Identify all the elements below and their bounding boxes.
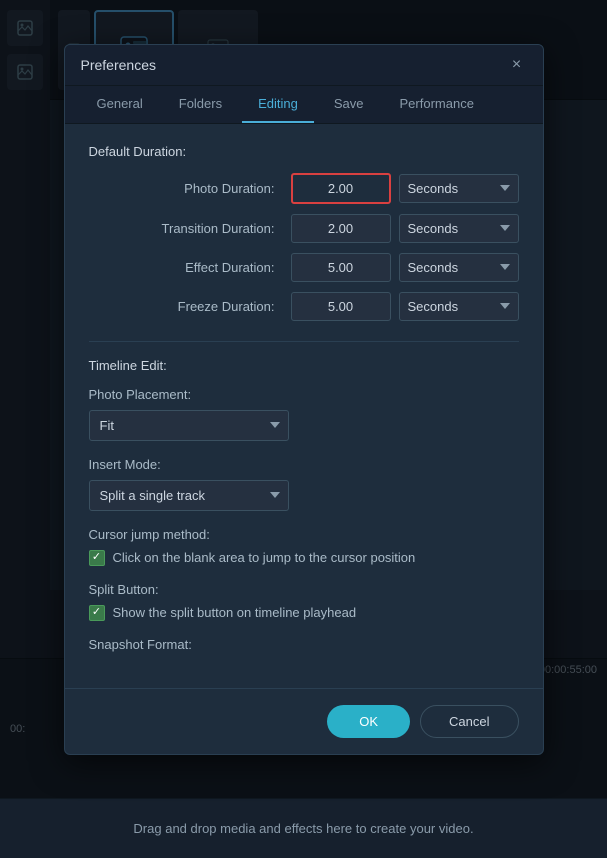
insert-mode-select[interactable]: Split a single track Split all tracks Ov… xyxy=(89,480,289,511)
freeze-duration-input[interactable] xyxy=(291,292,391,321)
photo-placement-section: Photo Placement: Fit Fill Stretch Crop xyxy=(89,387,519,441)
effect-duration-unit-select[interactable]: Seconds Frames xyxy=(399,253,519,282)
effect-duration-input[interactable] xyxy=(291,253,391,282)
dialog-titlebar: Preferences × xyxy=(65,45,543,86)
freeze-duration-label: Freeze Duration: xyxy=(89,299,283,314)
snapshot-format-section: Snapshot Format: xyxy=(89,637,519,652)
cursor-jump-label: Cursor jump method: xyxy=(89,527,519,542)
tab-performance[interactable]: Performance xyxy=(384,86,490,123)
tab-editing[interactable]: Editing xyxy=(242,86,314,123)
timeline-edit-heading: Timeline Edit: xyxy=(89,358,519,373)
photo-duration-label: Photo Duration: xyxy=(89,181,283,196)
tab-general[interactable]: General xyxy=(81,86,159,123)
snapshot-format-label: Snapshot Format: xyxy=(89,637,519,652)
drag-drop-bar: Drag and drop media and effects here to … xyxy=(0,798,607,858)
photo-duration-unit-select[interactable]: Seconds Frames xyxy=(399,174,519,203)
transition-duration-input[interactable] xyxy=(291,214,391,243)
transition-duration-unit-select[interactable]: Seconds Frames xyxy=(399,214,519,243)
photo-duration-input[interactable] xyxy=(291,173,391,204)
tab-folders[interactable]: Folders xyxy=(163,86,238,123)
preferences-dialog: Preferences × General Folders Editing Sa… xyxy=(64,44,544,755)
split-button-checkbox-label: Show the split button on timeline playhe… xyxy=(113,605,357,620)
split-button-section: Split Button: Show the split button on t… xyxy=(89,582,519,621)
default-duration-heading: Default Duration: xyxy=(89,144,519,159)
transition-duration-label: Transition Duration: xyxy=(89,221,283,236)
insert-mode-section: Insert Mode: Split a single track Split … xyxy=(89,457,519,511)
tab-save[interactable]: Save xyxy=(318,86,380,123)
split-button-row: Show the split button on timeline playhe… xyxy=(89,605,519,621)
cursor-jump-checkbox[interactable] xyxy=(89,550,105,566)
effect-duration-label: Effect Duration: xyxy=(89,260,283,275)
dialog-overlay: Preferences × General Folders Editing Sa… xyxy=(0,0,607,798)
insert-mode-label: Insert Mode: xyxy=(89,457,519,472)
dialog-footer: OK Cancel xyxy=(65,688,543,754)
dialog-content: Default Duration: Photo Duration: Second… xyxy=(65,124,543,688)
ok-button[interactable]: OK xyxy=(327,705,410,738)
split-button-checkbox[interactable] xyxy=(89,605,105,621)
split-button-label: Split Button: xyxy=(89,582,519,597)
duration-grid: Photo Duration: Seconds Frames Transitio… xyxy=(89,173,519,321)
photo-placement-select[interactable]: Fit Fill Stretch Crop xyxy=(89,410,289,441)
cancel-button[interactable]: Cancel xyxy=(420,705,518,738)
tab-bar: General Folders Editing Save Performance xyxy=(65,86,543,124)
drag-drop-hint: Drag and drop media and effects here to … xyxy=(12,821,595,836)
dialog-title: Preferences xyxy=(81,57,156,73)
cursor-jump-checkbox-label: Click on the blank area to jump to the c… xyxy=(113,550,416,565)
cursor-jump-row: Click on the blank area to jump to the c… xyxy=(89,550,519,566)
cursor-jump-section: Cursor jump method: Click on the blank a… xyxy=(89,527,519,566)
divider-1 xyxy=(89,341,519,342)
photo-placement-label: Photo Placement: xyxy=(89,387,519,402)
freeze-duration-unit-select[interactable]: Seconds Frames xyxy=(399,292,519,321)
close-button[interactable]: × xyxy=(507,55,527,75)
